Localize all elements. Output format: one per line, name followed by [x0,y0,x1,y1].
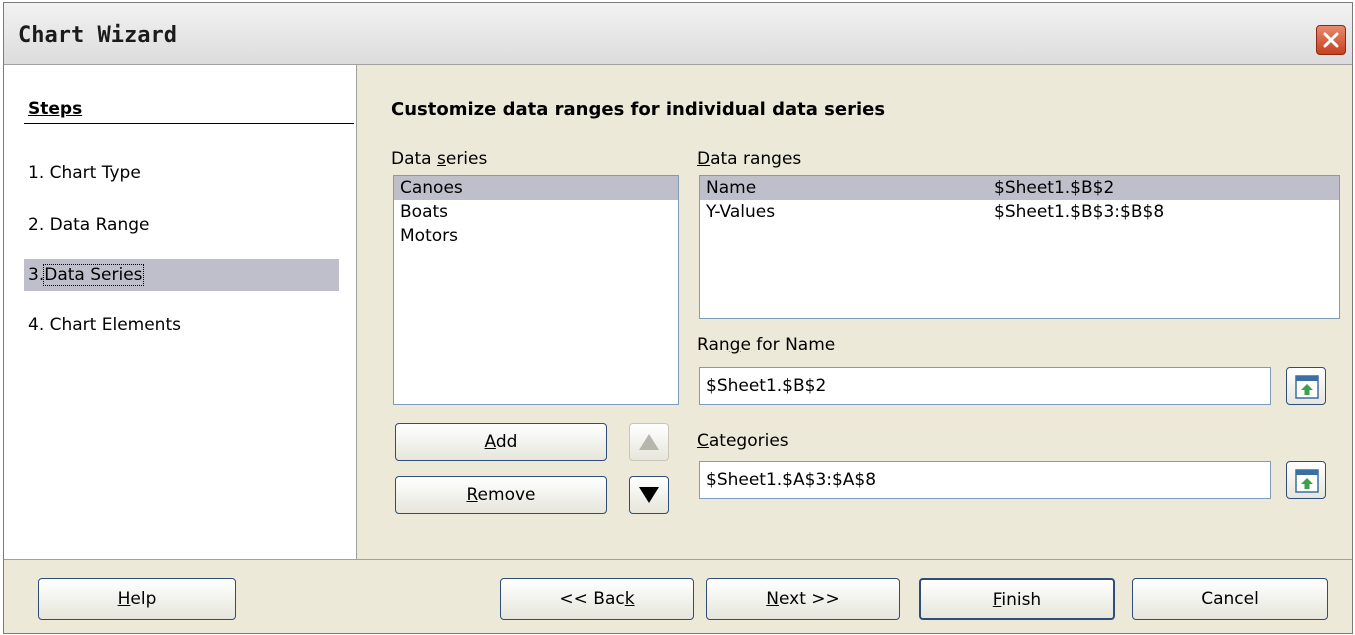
select-range-categories-button[interactable] [1286,461,1326,499]
list-item[interactable]: Canoes [394,176,678,200]
range-for-name-field[interactable]: $Sheet1.$B$2 [699,367,1271,405]
data-ranges-label: Data ranges [697,149,802,169]
move-up-button[interactable] [629,423,669,461]
select-range-name-button[interactable] [1286,367,1326,405]
add-button[interactable]: Add [395,423,607,461]
step-label: Data Series [43,264,144,286]
move-down-button[interactable] [629,476,669,514]
back-button[interactable]: << Back [500,578,694,620]
dialog-footer: Help << Back Next >> Finish Cancel [4,559,1352,635]
range-value: $Sheet1.$B$2 [994,178,1115,198]
close-button[interactable] [1316,25,1346,55]
finish-button[interactable]: Finish [919,578,1115,620]
help-button[interactable]: Help [38,578,236,620]
triangle-down-icon [639,487,659,503]
title-bar[interactable]: Chart Wizard [4,3,1352,65]
steps-title: Steps [28,99,83,119]
remove-button[interactable]: Remove [395,476,607,514]
step-number: 3. [28,265,45,285]
categories-field[interactable]: $Sheet1.$A$3:$A$8 [699,461,1271,499]
data-series-label: Data series [391,149,488,169]
range-role: Y-Values [706,202,776,222]
categories-label: Categories [697,431,789,451]
next-button[interactable]: Next >> [706,578,900,620]
step-chart-elements[interactable]: 4. Chart Elements [24,309,339,341]
steps-panel: Steps 1. Chart Type 2. Data Range 3.Data… [4,65,357,559]
table-row[interactable]: Y-Values $Sheet1.$B$3:$B$8 [700,200,1339,224]
close-icon [1323,32,1339,48]
range-value: $Sheet1.$B$3:$B$8 [994,202,1165,222]
data-series-list[interactable]: Canoes Boats Motors [393,175,679,405]
range-for-name-label: Range for Name [697,335,836,355]
list-item[interactable]: Motors [394,224,678,248]
step-data-series[interactable]: 3.Data Series [24,259,339,291]
chart-wizard-dialog: Chart Wizard Steps 1. Chart Type 2. Data… [3,2,1353,634]
steps-divider [24,123,354,124]
step-label: 1. Chart Type [28,163,141,183]
list-item[interactable]: Boats [394,200,678,224]
cancel-button[interactable]: Cancel [1132,578,1328,620]
window-title: Chart Wizard [18,23,177,48]
data-ranges-list[interactable]: Name $Sheet1.$B$2 Y-Values $Sheet1.$B$3:… [699,175,1340,319]
step-chart-type[interactable]: 1. Chart Type [24,157,339,189]
table-row[interactable]: Name $Sheet1.$B$2 [700,176,1339,200]
step-label: 4. Chart Elements [28,315,181,335]
step-label: 2. Data Range [28,215,150,235]
content-panel: Customize data ranges for individual dat… [357,65,1352,559]
shrink-range-icon [1295,469,1319,493]
step-data-range[interactable]: 2. Data Range [24,209,339,241]
triangle-up-icon [639,434,659,450]
shrink-range-icon [1295,375,1319,399]
range-role: Name [706,178,757,198]
page-heading: Customize data ranges for individual dat… [391,99,886,120]
